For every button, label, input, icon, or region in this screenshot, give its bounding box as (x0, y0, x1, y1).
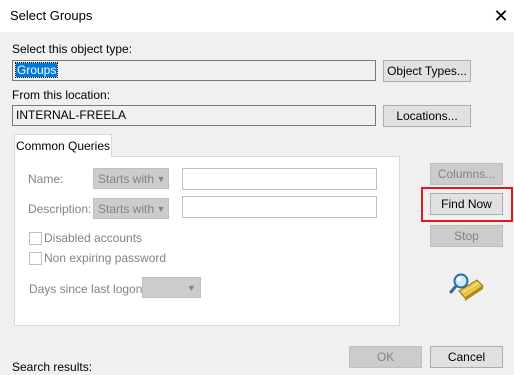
location-label: From this location: (12, 88, 111, 102)
description-input[interactable] (182, 196, 377, 218)
days-since-logon-label: Days since last logon: (29, 282, 146, 296)
object-types-button[interactable]: Object Types... (383, 60, 471, 82)
location-value: INTERNAL-FREELA (16, 108, 127, 122)
locations-button[interactable]: Locations... (383, 105, 471, 127)
name-input[interactable] (182, 168, 377, 190)
tab-common-queries[interactable]: Common Queries (14, 134, 112, 157)
stop-button[interactable]: Stop (430, 225, 503, 247)
columns-button[interactable]: Columns... (430, 163, 503, 185)
description-label: Description: (28, 202, 92, 216)
description-mode-select[interactable]: Starts with ▼ (93, 198, 169, 219)
chevron-down-icon: ▼ (156, 203, 166, 214)
location-field: INTERNAL-FREELA (12, 105, 376, 126)
close-icon[interactable]: ✕ (490, 5, 512, 27)
window-title: Select Groups (10, 8, 93, 23)
name-label: Name: (28, 172, 64, 186)
disabled-accounts-checkbox[interactable] (29, 232, 42, 245)
search-flashlight-icon (449, 271, 485, 301)
object-type-field: Groups (12, 60, 376, 81)
find-now-button[interactable]: Find Now (430, 193, 503, 215)
chevron-down-icon: ▼ (156, 173, 166, 184)
days-since-logon-select[interactable]: ▼ (142, 277, 201, 298)
name-mode-value: Starts with (98, 171, 155, 186)
non-expiring-password-checkbox[interactable] (29, 252, 42, 265)
name-mode-select[interactable]: Starts with ▼ (93, 168, 169, 189)
search-results-label: Search results: (12, 360, 93, 374)
chevron-down-icon: ▼ (187, 282, 196, 293)
ok-button[interactable]: OK (349, 346, 422, 368)
non-expiring-password-label: Non expiring password (44, 251, 167, 265)
cancel-button[interactable]: Cancel (430, 346, 503, 368)
object-type-label: Select this object type: (12, 42, 133, 56)
disabled-accounts-label: Disabled accounts (44, 231, 143, 245)
object-type-value: Groups (14, 62, 59, 78)
description-mode-value: Starts with (98, 201, 155, 216)
